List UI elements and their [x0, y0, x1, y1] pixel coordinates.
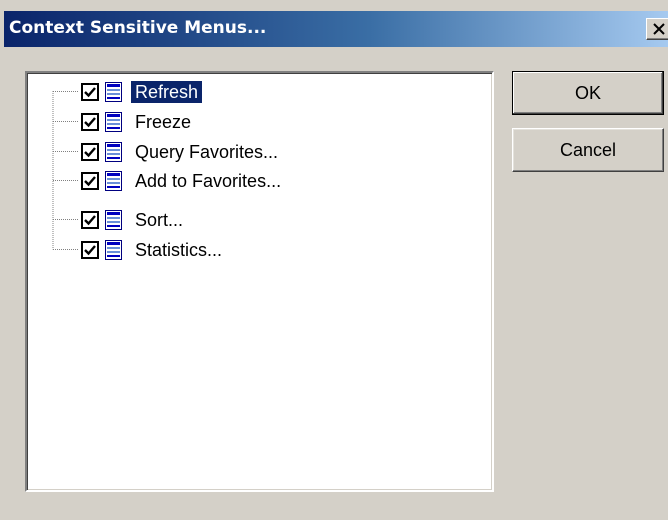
tree-connector-lines: [52, 91, 79, 250]
menu-list-icon: [105, 240, 122, 260]
menu-list-icon: [105, 112, 122, 132]
checkbox-freeze[interactable]: [81, 113, 99, 131]
checkmark-icon: [84, 87, 96, 98]
checkbox-add-to-favorites[interactable]: [81, 172, 99, 190]
menu-list-icon: [105, 171, 122, 191]
menu-tree-view[interactable]: Refresh Freeze Query Favorites... Add to…: [25, 71, 494, 492]
tree-item-label: Query Favorites...: [135, 142, 279, 162]
checkmark-icon: [84, 176, 96, 187]
menu-list-icon: [105, 82, 122, 102]
title-bar[interactable]: Context Sensitive Menus...: [4, 11, 668, 47]
checkmark-icon: [84, 147, 96, 158]
checkmark-icon: [84, 215, 96, 226]
checkbox-statistics[interactable]: [81, 241, 99, 259]
tree-item-label: Add to Favorites...: [135, 171, 282, 191]
dialog-title: Context Sensitive Menus...: [9, 18, 267, 38]
tree-item-label: Freeze: [135, 112, 192, 132]
close-button[interactable]: [646, 18, 668, 40]
checkbox-refresh[interactable]: [81, 83, 99, 101]
menu-list-icon: [105, 142, 122, 162]
checkbox-query-favorites[interactable]: [81, 143, 99, 161]
checkmark-icon: [84, 245, 96, 256]
ok-button[interactable]: OK: [512, 71, 664, 115]
close-icon: [653, 23, 665, 35]
checkbox-sort[interactable]: [81, 211, 99, 229]
cancel-button[interactable]: Cancel: [512, 128, 664, 172]
tree-item-label: Refresh: [131, 81, 203, 103]
tree-item-label: Sort...: [135, 210, 184, 230]
tree-item-label: Statistics...: [135, 240, 223, 260]
menu-list-icon: [105, 210, 122, 230]
checkmark-icon: [84, 117, 96, 128]
context-menus-dialog: Context Sensitive Menus... Refresh Freez…: [0, 0, 668, 520]
